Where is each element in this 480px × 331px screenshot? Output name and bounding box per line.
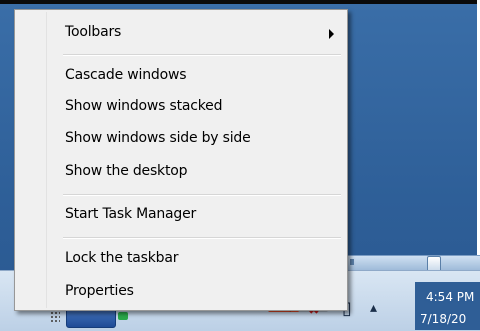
menu-item-show-the-desktop[interactable]: Show the desktop [65, 163, 187, 179]
menu-gutter [46, 12, 47, 308]
menu-separator [63, 54, 341, 56]
clock-time[interactable]: 4:54 PM [426, 290, 474, 304]
slider-track[interactable] [345, 255, 480, 270]
submenu-arrow-icon [329, 29, 334, 39]
menu-item-properties[interactable]: Properties [65, 283, 134, 299]
taskbar-app-indicator[interactable] [118, 312, 128, 320]
menu-item-start-task-manager[interactable]: Start Task Manager [65, 206, 196, 222]
up-arrow-icon[interactable]: ▴ [370, 300, 377, 316]
clock-date[interactable]: 7/18/20 [420, 312, 466, 326]
menu-item-toolbars[interactable]: Toolbars [65, 24, 121, 40]
top-border [0, 0, 480, 4]
slider-marker [350, 259, 354, 265]
menu-item-lock-the-taskbar[interactable]: Lock the taskbar [65, 250, 178, 266]
menu-separator [63, 237, 341, 239]
menu-item-show-windows-stacked[interactable]: Show windows stacked [65, 98, 222, 114]
menu-item-cascade-windows[interactable]: Cascade windows [65, 67, 186, 83]
taskbar-context-menu: Toolbars Cascade windows Show windows st… [14, 9, 348, 311]
menu-separator [63, 194, 341, 196]
menu-item-show-windows-side-by-side[interactable]: Show windows side by side [65, 130, 251, 146]
